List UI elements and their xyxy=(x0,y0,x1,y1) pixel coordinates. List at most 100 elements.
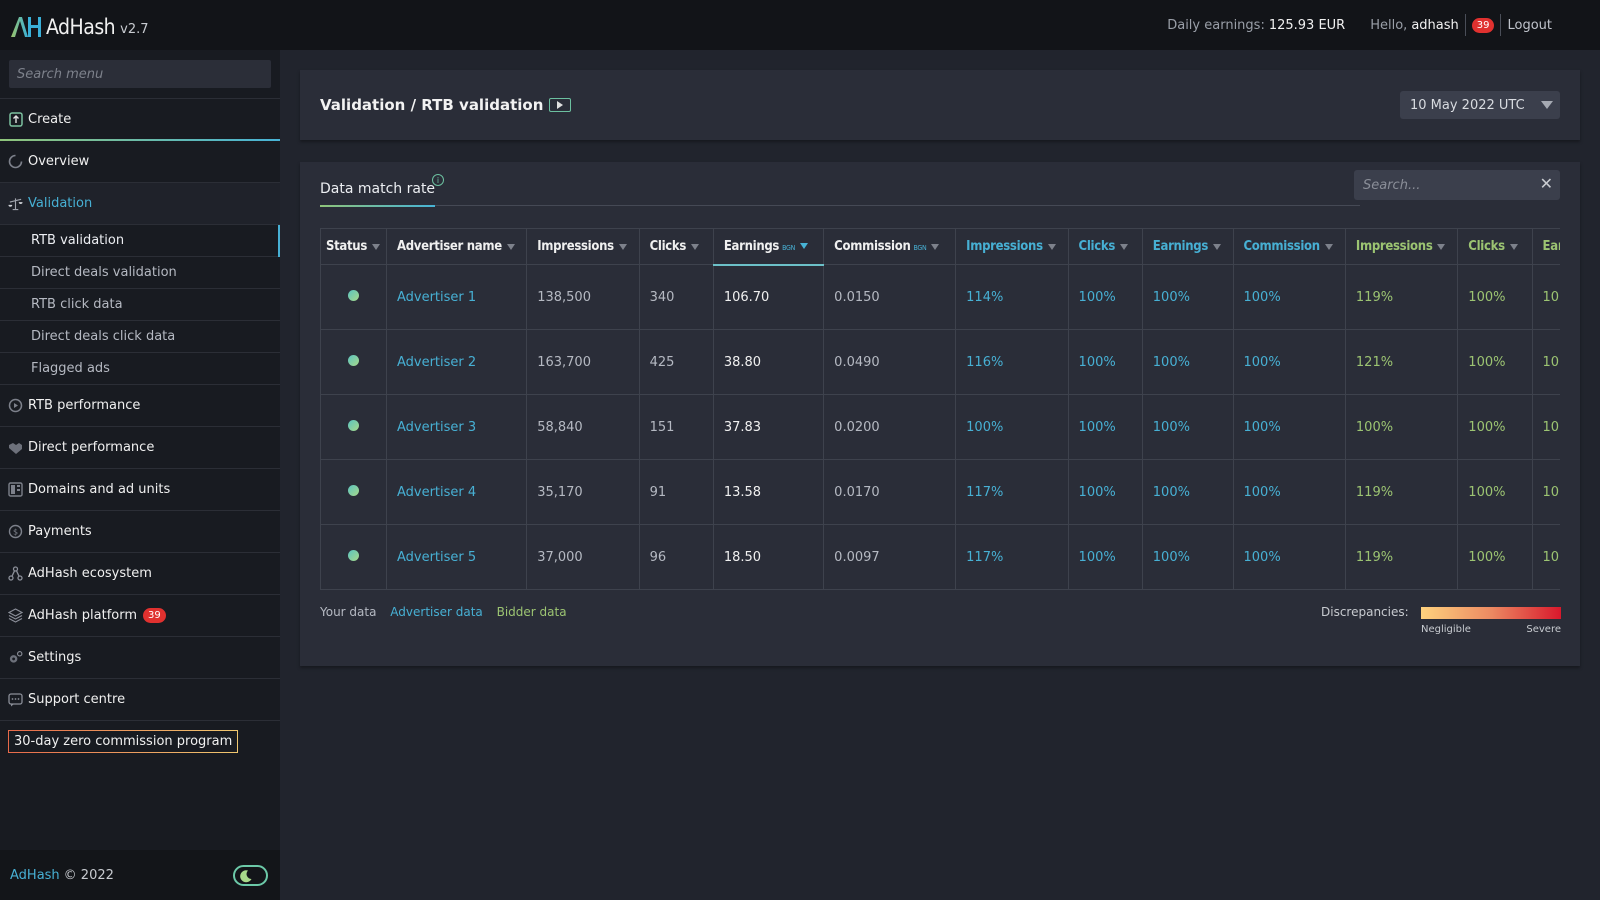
advertiser-name-link[interactable]: Advertiser 3 xyxy=(385,394,528,460)
dollar-coin-icon: $ xyxy=(8,524,23,539)
sidebar-item-rtb-performance[interactable]: RTB performance xyxy=(0,385,280,427)
sidebar-item-domains-ad-units[interactable]: Domains and ad units xyxy=(0,469,280,511)
sidebar-subitem-rtb-click-data[interactable]: RTB click data xyxy=(0,289,280,321)
adv-clicks-cell: 100% xyxy=(1067,394,1143,460)
sidebar-item-adhash-ecosystem[interactable]: AdHash ecosystem xyxy=(0,553,280,595)
sidebar-item-label: Domains and ad units xyxy=(28,482,171,497)
clicks-cell: 425 xyxy=(638,329,714,395)
upload-box-icon xyxy=(8,111,23,127)
table-row[interactable]: Advertiser 5 37,000 96 18.50 0.0097 117% 100% 1… xyxy=(320,524,1560,590)
bid-impressions-cell: 119% xyxy=(1344,264,1459,330)
sidebar-nav: Create Overview Validation RTB validatio… xyxy=(0,98,280,721)
impressions-cell: 163,700 xyxy=(526,329,640,395)
sidebar-subitem-rtb-validation[interactable]: RTB validation xyxy=(0,225,280,257)
adv-impressions-cell: 117% xyxy=(955,524,1069,590)
advertiser-name-link[interactable]: Advertiser 2 xyxy=(385,329,528,395)
notifications-badge[interactable]: 39 xyxy=(1471,17,1495,33)
currency-label: BGN xyxy=(913,244,927,252)
sidebar-item-overview[interactable]: Overview xyxy=(0,141,280,183)
table-row[interactable]: Advertiser 4 35,170 91 13.58 0.0170 117% 100% 1… xyxy=(320,459,1560,525)
sidebar-item-direct-performance[interactable]: Direct performance xyxy=(0,427,280,469)
theme-toggle[interactable] xyxy=(233,865,268,886)
sidebar-item-label: AdHash platform xyxy=(28,608,138,623)
table-search-field[interactable]: ✕ xyxy=(1354,170,1560,200)
username[interactable]: adhash xyxy=(1411,18,1458,33)
tab-data-match-rate[interactable]: Data match rate i xyxy=(320,174,444,207)
bid-impressions-cell: 119% xyxy=(1344,459,1459,525)
close-icon[interactable]: ✕ xyxy=(1540,174,1553,193)
bid-earnings-cell: 100% xyxy=(1531,394,1560,460)
sidebar-item-payments[interactable]: $ Payments xyxy=(0,511,280,553)
logo[interactable]: AdHash v2.7 xyxy=(0,0,149,50)
sort-caret-icon xyxy=(1509,243,1518,250)
col-header-bid-clicks[interactable]: Clicks xyxy=(1457,228,1533,265)
adv-commission-cell: 100% xyxy=(1232,459,1346,525)
advertiser-name-link[interactable]: Advertiser 5 xyxy=(385,524,528,590)
commission-cell: 0.0097 xyxy=(823,524,957,590)
discrepancy-label: Discrepancies: xyxy=(1321,605,1409,619)
commission-cell: 0.0490 xyxy=(823,329,957,395)
app-name: AdHash xyxy=(46,15,116,39)
col-header-impressions[interactable]: Impressions xyxy=(526,228,640,265)
impressions-cell: 58,840 xyxy=(526,394,640,460)
page-title: Validation / RTB validation xyxy=(320,96,544,114)
adv-earnings-cell: 100% xyxy=(1141,459,1234,525)
legend-bidder-data: Bidder data xyxy=(496,605,567,619)
col-header-adv-earnings[interactable]: Earnings xyxy=(1141,228,1234,265)
sidebar-item-validation[interactable]: Validation xyxy=(0,183,280,225)
zero-commission-program-button[interactable]: 30-day zero commission program xyxy=(8,730,239,753)
sidebar-item-label: AdHash ecosystem xyxy=(28,566,152,581)
status-indicator-icon xyxy=(347,289,359,301)
status-cell xyxy=(320,329,387,395)
layers-icon xyxy=(8,608,23,623)
sort-caret-icon xyxy=(1324,243,1333,250)
top-bar: AdHash v2.7 Daily earnings: 125.93 EUR H… xyxy=(0,0,1600,50)
col-header-adv-commission[interactable]: Commission xyxy=(1232,228,1346,265)
col-header-advertiser-name[interactable]: Advertiser name xyxy=(385,228,528,265)
table-row[interactable]: Advertiser 1 138,500 340 106.70 0.0150 114% 10… xyxy=(320,264,1560,330)
info-icon[interactable]: i xyxy=(432,174,444,186)
sidebar-item-settings[interactable]: Settings xyxy=(0,637,280,679)
earnings-cell: 38.80 xyxy=(712,329,825,395)
validation-table-container[interactable]: Status Advertiser name Impressions Click… xyxy=(320,228,1560,590)
col-header-commission[interactable]: Commission BGN xyxy=(823,228,957,265)
adv-clicks-cell: 100% xyxy=(1067,524,1143,590)
col-header-bid-earnings[interactable]: Earnings xyxy=(1531,228,1560,265)
advertiser-name-link[interactable]: Advertiser 1 xyxy=(385,264,528,330)
adv-commission-cell: 100% xyxy=(1232,329,1346,395)
sidebar-item-adhash-platform[interactable]: AdHash platform 39 xyxy=(0,595,280,637)
sidebar-item-label: Overview xyxy=(28,154,90,169)
search-menu-input[interactable] xyxy=(17,66,271,82)
col-header-adv-impressions[interactable]: Impressions xyxy=(955,228,1069,265)
col-header-clicks[interactable]: Clicks xyxy=(638,228,714,265)
col-label: Impressions xyxy=(966,239,1043,254)
logout-link[interactable]: Logout xyxy=(1507,18,1552,33)
table-row[interactable]: Advertiser 3 58,840 151 37.83 0.0200 100% 100%… xyxy=(320,394,1560,460)
search-menu-field[interactable] xyxy=(9,60,271,88)
sidebar-subitem-direct-deals-validation[interactable]: Direct deals validation xyxy=(0,257,280,289)
col-header-earnings[interactable]: Earnings BGN xyxy=(712,228,825,266)
adv-impressions-cell: 114% xyxy=(955,264,1069,330)
date-select[interactable]: 10 May 2022 UTC xyxy=(1400,91,1560,119)
col-header-status[interactable]: Status xyxy=(320,228,387,265)
adv-clicks-cell: 100% xyxy=(1067,329,1143,395)
play-video-icon[interactable] xyxy=(549,98,572,112)
table-row[interactable]: Advertiser 2 163,700 425 38.80 0.0490 116% 100… xyxy=(320,329,1560,395)
bid-impressions-cell: 121% xyxy=(1344,329,1459,395)
sidebar-subitem-direct-deals-click-data[interactable]: Direct deals click data xyxy=(0,321,280,353)
legend-advertiser-data: Advertiser data xyxy=(390,605,483,619)
footer-brand-link[interactable]: AdHash xyxy=(10,868,60,883)
earnings-cell: 106.70 xyxy=(712,264,825,330)
advertiser-name-link[interactable]: Advertiser 4 xyxy=(385,459,528,525)
col-header-bid-impressions[interactable]: Impressions xyxy=(1344,228,1459,265)
spinner-icon xyxy=(8,154,23,169)
sort-caret-icon xyxy=(506,243,515,250)
table-search-input[interactable] xyxy=(1363,177,1523,193)
bid-impressions-cell: 119% xyxy=(1344,524,1459,590)
platform-notifications-badge: 39 xyxy=(143,608,166,623)
col-header-adv-clicks[interactable]: Clicks xyxy=(1067,228,1143,265)
sidebar-subitem-flagged-ads[interactable]: Flagged ads xyxy=(0,353,280,385)
adv-impressions-cell: 100% xyxy=(955,394,1069,460)
sidebar-item-support-centre[interactable]: Support centre xyxy=(0,679,280,721)
sidebar-item-create[interactable]: Create xyxy=(0,99,280,141)
